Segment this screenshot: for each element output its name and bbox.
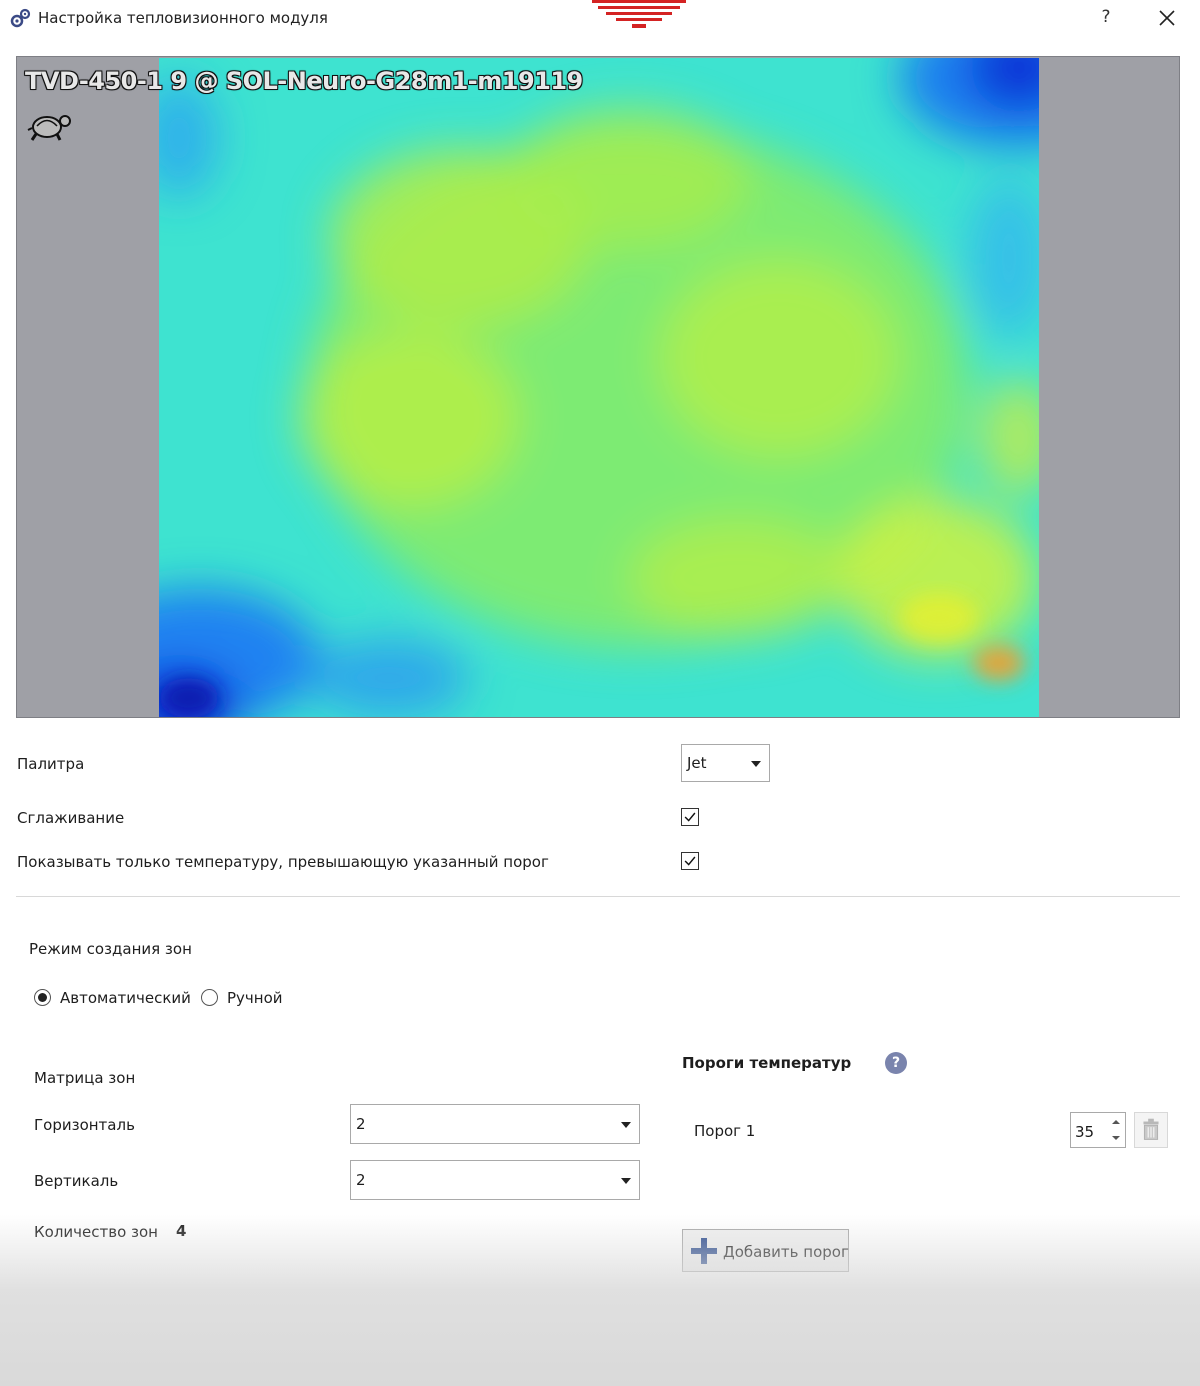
matrix-title: Матрица зон	[34, 1069, 136, 1087]
turtle-icon	[27, 115, 71, 141]
vertical-select[interactable]: 2	[350, 1160, 640, 1200]
app-gear-icon	[10, 8, 31, 28]
camera-label: TVD-450-1 9 @ SOL-Neuro-G28m1-m19119	[25, 67, 583, 95]
palette-select[interactable]: Jet	[681, 744, 770, 782]
title-bar: Настройка тепловизионного модуля ?	[0, 0, 1200, 36]
brand-logo-icon	[592, 0, 686, 28]
chevron-down-icon	[751, 761, 761, 767]
zone-mode-title: Режим создания зон	[29, 940, 192, 958]
thermal-image	[159, 58, 1039, 717]
vertical-label: Вертикаль	[34, 1172, 119, 1190]
close-icon[interactable]	[1154, 5, 1180, 31]
zone-count-value: 4	[176, 1222, 187, 1240]
threshold-1-label: Порог 1	[694, 1122, 756, 1140]
smoothing-label: Сглаживание	[17, 809, 125, 827]
add-threshold-label: Добавить порог	[723, 1243, 849, 1261]
radio-auto-label[interactable]: Автоматический	[60, 989, 191, 1007]
palette-value: Jet	[687, 754, 707, 772]
radio-manual[interactable]	[201, 989, 218, 1006]
palette-label: Палитра	[17, 755, 85, 773]
smoothing-checkbox[interactable]	[681, 808, 699, 826]
trash-icon[interactable]	[1134, 1112, 1168, 1148]
spin-up-icon[interactable]	[1107, 1114, 1125, 1130]
zone-count-label: Количество зон	[34, 1223, 158, 1241]
thresholds-title: Пороги температур	[682, 1054, 852, 1072]
section-divider	[16, 896, 1180, 897]
horizontal-select[interactable]: 2	[350, 1104, 640, 1144]
vertical-value: 2	[356, 1171, 366, 1189]
threshold-only-checkbox[interactable]	[681, 852, 699, 870]
thermal-preview: TVD-450-1 9 @ SOL-Neuro-G28m1-m19119	[16, 56, 1180, 718]
chevron-down-icon	[621, 1122, 631, 1128]
plus-icon	[691, 1238, 717, 1264]
bottom-fade	[0, 1215, 1200, 1386]
window-title: Настройка тепловизионного модуля	[38, 9, 328, 27]
horizontal-value: 2	[356, 1115, 366, 1133]
help-button[interactable]: ?	[1094, 5, 1118, 29]
threshold-1-value[interactable]: 35	[1075, 1123, 1094, 1141]
radio-manual-label[interactable]: Ручной	[227, 989, 283, 1007]
info-icon[interactable]: ?	[885, 1052, 907, 1074]
radio-auto[interactable]	[34, 989, 51, 1006]
spin-down-icon[interactable]	[1107, 1131, 1125, 1147]
threshold-1-spinner[interactable]: 35	[1070, 1112, 1126, 1148]
chevron-down-icon	[621, 1178, 631, 1184]
add-threshold-button[interactable]: Добавить порог	[682, 1229, 849, 1272]
horizontal-label: Горизонталь	[34, 1116, 135, 1134]
threshold-only-label: Показывать только температуру, превышающ…	[17, 853, 549, 871]
